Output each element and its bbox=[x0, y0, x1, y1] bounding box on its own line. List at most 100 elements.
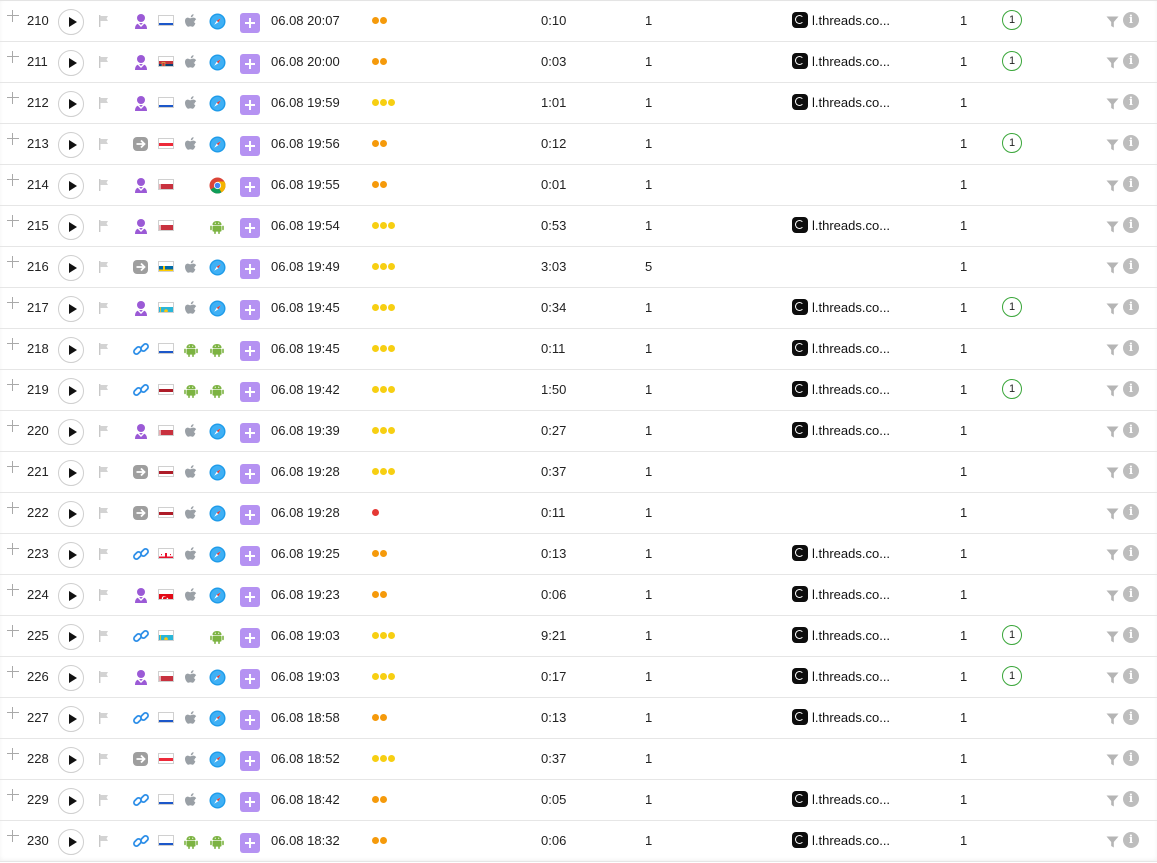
play-button[interactable] bbox=[58, 788, 84, 814]
add-button[interactable] bbox=[240, 13, 260, 33]
flag-icon[interactable] bbox=[97, 588, 111, 602]
filter-icon[interactable] bbox=[1106, 261, 1119, 274]
filter-icon[interactable] bbox=[1106, 548, 1119, 561]
filter-icon[interactable] bbox=[1106, 15, 1119, 28]
expand-icon[interactable] bbox=[6, 91, 20, 105]
goal-badge[interactable]: 1 bbox=[1002, 625, 1022, 645]
referrer-link[interactable]: l.threads.co... bbox=[792, 216, 890, 234]
play-button[interactable] bbox=[58, 132, 84, 158]
flag-icon[interactable] bbox=[97, 711, 111, 725]
goal-badge[interactable]: 1 bbox=[1002, 379, 1022, 399]
flag-icon[interactable] bbox=[97, 342, 111, 356]
referrer-link[interactable]: l.threads.co... bbox=[792, 585, 890, 603]
expand-icon[interactable] bbox=[6, 501, 20, 515]
expand-icon[interactable] bbox=[6, 132, 20, 146]
filter-icon[interactable] bbox=[1106, 712, 1119, 725]
flag-icon[interactable] bbox=[97, 547, 111, 561]
play-button[interactable] bbox=[58, 624, 84, 650]
filter-icon[interactable] bbox=[1106, 835, 1119, 848]
add-button[interactable] bbox=[240, 464, 260, 484]
play-button[interactable] bbox=[58, 255, 84, 281]
add-button[interactable] bbox=[240, 423, 260, 443]
referrer-link[interactable]: l.threads.co... bbox=[792, 831, 890, 849]
goal-badge[interactable]: 1 bbox=[1002, 297, 1022, 317]
flag-icon[interactable] bbox=[97, 834, 111, 848]
info-icon[interactable]: i bbox=[1123, 422, 1139, 438]
add-button[interactable] bbox=[240, 259, 260, 279]
table-row[interactable]: 215 06.08 19:54 0:53 1 l.threads.co... 1… bbox=[0, 206, 1157, 247]
flag-icon[interactable] bbox=[97, 178, 111, 192]
table-row[interactable]: 214 06.08 19:55 0:01 1 1 i bbox=[0, 165, 1157, 206]
info-icon[interactable]: i bbox=[1123, 340, 1139, 356]
expand-icon[interactable] bbox=[6, 337, 20, 351]
play-button[interactable] bbox=[58, 9, 84, 35]
filter-icon[interactable] bbox=[1106, 384, 1119, 397]
play-button[interactable] bbox=[58, 50, 84, 76]
flag-icon[interactable] bbox=[97, 260, 111, 274]
table-row[interactable]: 229 06.08 18:42 0:05 1 l.threads.co... 1… bbox=[0, 780, 1157, 821]
info-icon[interactable]: i bbox=[1123, 627, 1139, 643]
table-row[interactable]: 216 06.08 19:49 3:03 5 1 i bbox=[0, 247, 1157, 288]
flag-icon[interactable] bbox=[97, 137, 111, 151]
flag-icon[interactable] bbox=[97, 752, 111, 766]
play-button[interactable] bbox=[58, 542, 84, 568]
info-icon[interactable]: i bbox=[1123, 94, 1139, 110]
referrer-link[interactable]: l.threads.co... bbox=[792, 298, 890, 316]
add-button[interactable] bbox=[240, 382, 260, 402]
add-button[interactable] bbox=[240, 587, 260, 607]
info-icon[interactable]: i bbox=[1123, 381, 1139, 397]
expand-icon[interactable] bbox=[6, 50, 20, 64]
info-icon[interactable]: i bbox=[1123, 53, 1139, 69]
expand-icon[interactable] bbox=[6, 788, 20, 802]
info-icon[interactable]: i bbox=[1123, 545, 1139, 561]
flag-icon[interactable] bbox=[97, 465, 111, 479]
goal-badge[interactable]: 1 bbox=[1002, 10, 1022, 30]
info-icon[interactable]: i bbox=[1123, 832, 1139, 848]
expand-icon[interactable] bbox=[6, 255, 20, 269]
filter-icon[interactable] bbox=[1106, 794, 1119, 807]
table-row[interactable]: 226 06.08 19:03 0:17 1 l.threads.co... 1… bbox=[0, 657, 1157, 698]
add-button[interactable] bbox=[240, 546, 260, 566]
add-button[interactable] bbox=[240, 751, 260, 771]
add-button[interactable] bbox=[240, 95, 260, 115]
referrer-link[interactable]: l.threads.co... bbox=[792, 544, 890, 562]
filter-icon[interactable] bbox=[1106, 466, 1119, 479]
filter-icon[interactable] bbox=[1106, 138, 1119, 151]
table-row[interactable]: 224 06.08 19:23 0:06 1 l.threads.co... 1… bbox=[0, 575, 1157, 616]
filter-icon[interactable] bbox=[1106, 630, 1119, 643]
expand-icon[interactable] bbox=[6, 214, 20, 228]
referrer-link[interactable]: l.threads.co... bbox=[792, 626, 890, 644]
filter-icon[interactable] bbox=[1106, 343, 1119, 356]
info-icon[interactable]: i bbox=[1123, 791, 1139, 807]
table-row[interactable]: 212 06.08 19:59 1:01 1 l.threads.co... 1… bbox=[0, 83, 1157, 124]
play-button[interactable] bbox=[58, 337, 84, 363]
referrer-link[interactable]: l.threads.co... bbox=[792, 421, 890, 439]
play-button[interactable] bbox=[58, 829, 84, 855]
table-row[interactable]: 225 06.08 19:03 9:21 1 l.threads.co... 1… bbox=[0, 616, 1157, 657]
flag-icon[interactable] bbox=[97, 219, 111, 233]
info-icon[interactable]: i bbox=[1123, 750, 1139, 766]
referrer-link[interactable]: l.threads.co... bbox=[792, 667, 890, 685]
expand-icon[interactable] bbox=[6, 706, 20, 720]
expand-icon[interactable] bbox=[6, 173, 20, 187]
table-row[interactable]: 227 06.08 18:58 0:13 1 l.threads.co... 1… bbox=[0, 698, 1157, 739]
info-icon[interactable]: i bbox=[1123, 12, 1139, 28]
flag-icon[interactable] bbox=[97, 14, 111, 28]
expand-icon[interactable] bbox=[6, 624, 20, 638]
expand-icon[interactable] bbox=[6, 747, 20, 761]
table-row[interactable]: 219 06.08 19:42 1:50 1 l.threads.co... 1… bbox=[0, 370, 1157, 411]
referrer-link[interactable]: l.threads.co... bbox=[792, 790, 890, 808]
filter-icon[interactable] bbox=[1106, 507, 1119, 520]
flag-icon[interactable] bbox=[97, 383, 111, 397]
expand-icon[interactable] bbox=[6, 460, 20, 474]
info-icon[interactable]: i bbox=[1123, 709, 1139, 725]
table-row[interactable]: 217 06.08 19:45 0:34 1 l.threads.co... 1… bbox=[0, 288, 1157, 329]
expand-icon[interactable] bbox=[6, 296, 20, 310]
referrer-link[interactable]: l.threads.co... bbox=[792, 339, 890, 357]
info-icon[interactable]: i bbox=[1123, 586, 1139, 602]
play-button[interactable] bbox=[58, 214, 84, 240]
add-button[interactable] bbox=[240, 833, 260, 853]
goal-badge[interactable]: 1 bbox=[1002, 133, 1022, 153]
info-icon[interactable]: i bbox=[1123, 299, 1139, 315]
expand-icon[interactable] bbox=[6, 665, 20, 679]
